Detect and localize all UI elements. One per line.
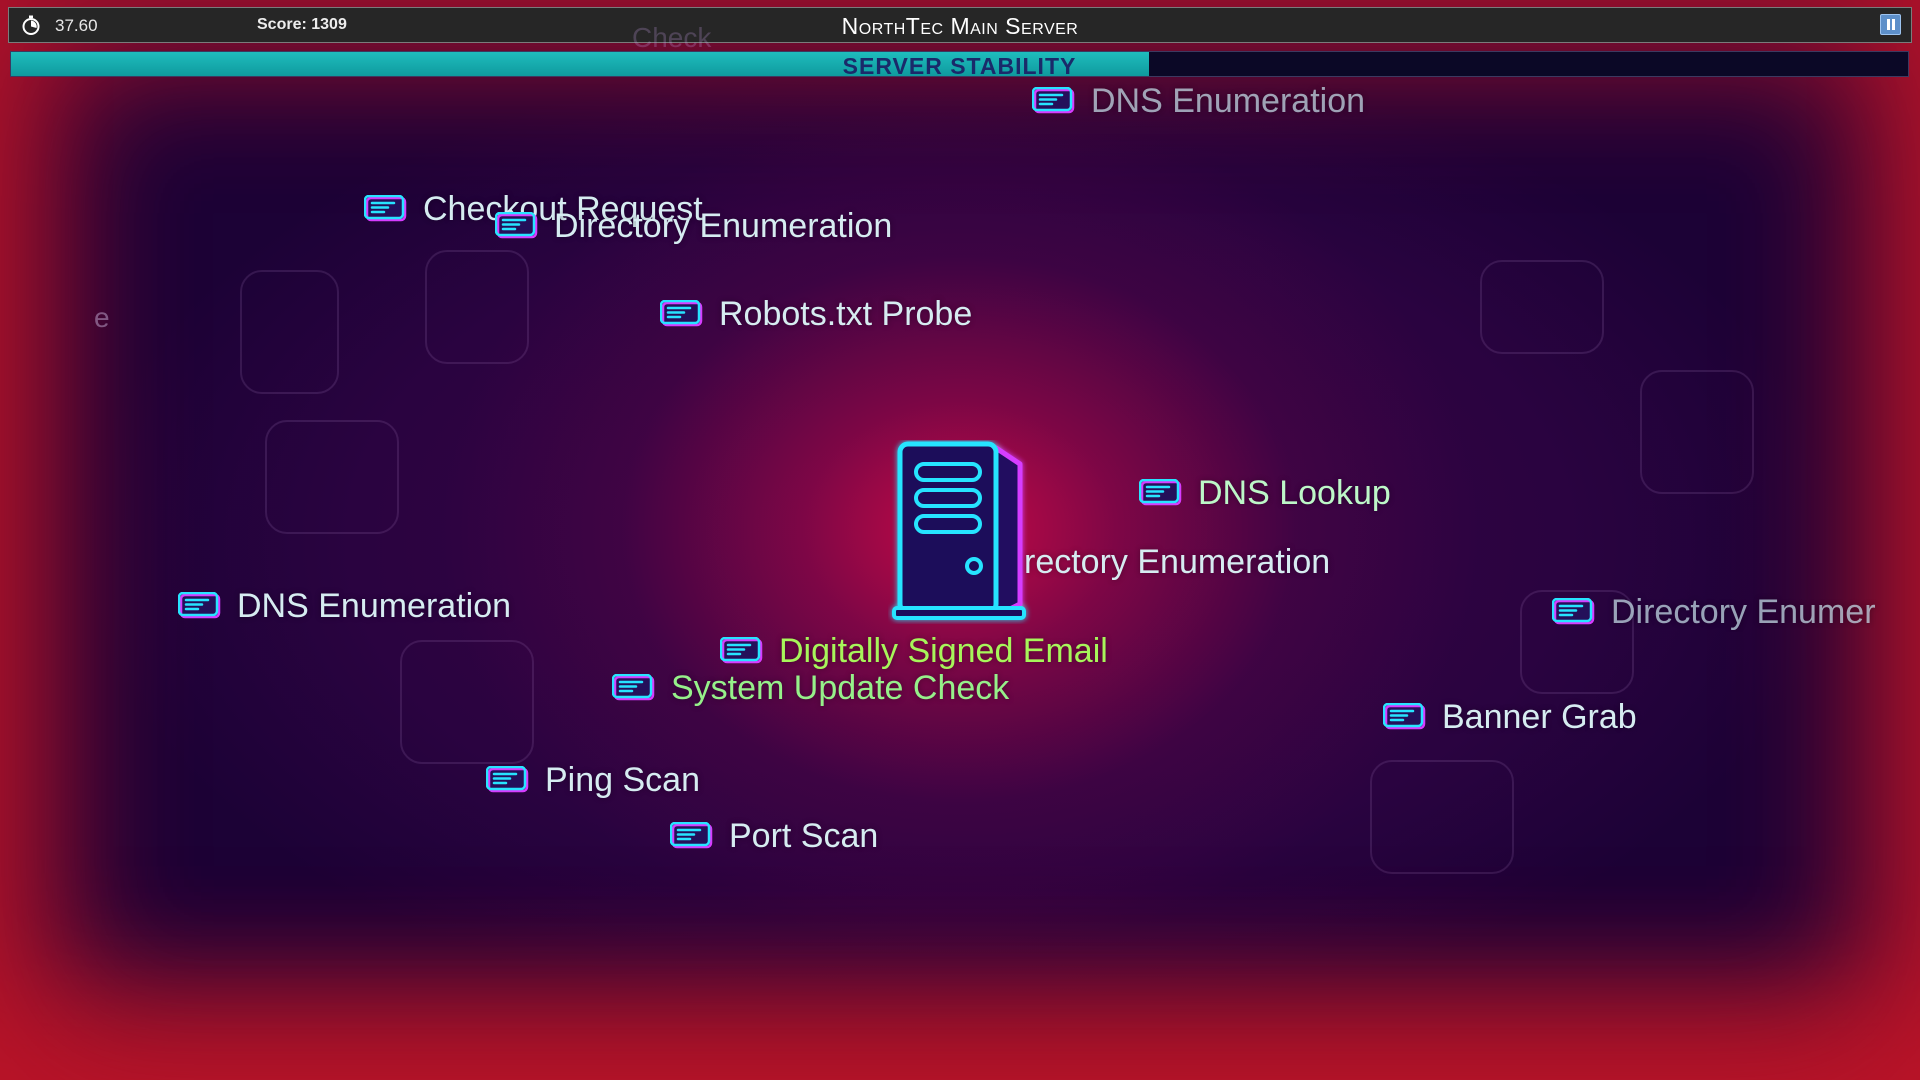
packet-label: System Update Check [671,668,1010,707]
threat-packet-partial[interactable]: rectory Enumeration [1024,542,1330,582]
threat-packet[interactable]: DNS Enumeration [178,586,511,626]
message-packet-icon [1032,87,1075,114]
packet-label: Directory Enumer [1611,592,1876,631]
packet-label: Port Scan [729,816,879,855]
threat-packet[interactable]: Banner Grab [1383,697,1637,737]
message-packet-icon [660,300,703,327]
fading-packet-label: Check [632,22,712,53]
packet-label: DNS Lookup [1198,473,1391,512]
server-stability-bar: SERVER STABILITY [10,51,1909,77]
threat-packet[interactable]: DNS Lookup [1139,473,1391,513]
packet-label: Robots.txt Probe [719,294,973,333]
threat-packet[interactable]: Ping Scan [486,760,700,800]
packet-label: Digitally Signed Email [779,631,1108,670]
threat-packet[interactable]: Port Scan [670,816,878,856]
message-packet-icon [364,195,407,222]
message-packet-icon [1552,598,1595,625]
packet-label: Banner Grab [1442,697,1637,736]
threat-packet[interactable]: Robots.txt Probe [660,294,972,334]
threat-packet[interactable]: Directory Enumeration [495,206,892,246]
packet-label: DNS Enumeration [237,586,512,625]
packet-label: rectory Enumeration [1024,542,1331,581]
pause-button[interactable] [1880,14,1901,35]
message-packet-icon [1383,703,1426,730]
message-packet-icon [178,592,221,619]
message-packet-icon [486,766,529,793]
message-packet-icon [670,822,713,849]
stability-label: SERVER STABILITY [842,53,1077,77]
packet-label: Ping Scan [545,760,700,799]
server-icon [892,441,1026,620]
threat-packet[interactable]: DNS Enumeration [1032,81,1365,121]
fading-packet-label: e [94,302,110,333]
threat-packet[interactable]: Digitally Signed Email [720,631,1108,671]
packet-label: DNS Enumeration [1091,81,1366,120]
message-packet-icon [720,637,763,664]
threat-packet[interactable]: Directory Enumer [1552,592,1896,632]
message-packet-icon [495,212,538,239]
message-packet-icon [612,674,655,701]
threat-packet[interactable]: System Update Check [612,668,1009,708]
hud-top-bar: 37.60 Score: 1309 NorthTec Main Server [8,7,1912,43]
packet-label: Directory Enumeration [554,206,893,245]
server-title: NorthTec Main Server [841,13,1079,39]
message-packet-icon [1139,479,1182,506]
